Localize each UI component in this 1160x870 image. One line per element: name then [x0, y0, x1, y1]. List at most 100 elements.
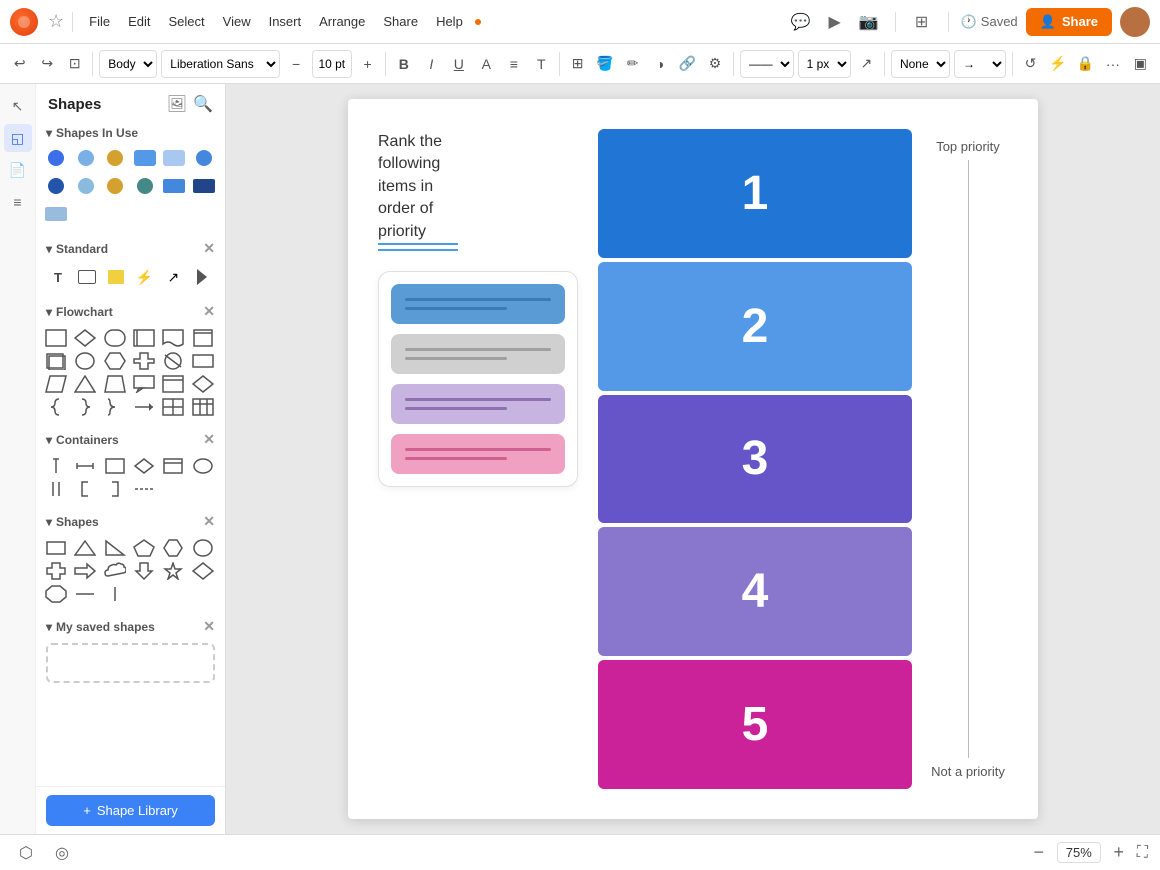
color-swatch-blue-pale[interactable]: [162, 146, 186, 170]
zoom-value-display[interactable]: 75%: [1057, 842, 1101, 863]
cont-rect-2[interactable]: [161, 456, 185, 476]
shape-lightning[interactable]: ⚡: [133, 265, 157, 289]
color-swatch-blue-3[interactable]: [44, 174, 68, 198]
cont-line-h[interactable]: [73, 456, 97, 476]
fc-callout[interactable]: [132, 374, 156, 394]
layers-panel-toggle[interactable]: ≡: [4, 188, 32, 216]
arrow-start-select[interactable]: None: [891, 50, 950, 78]
fc-rect-4[interactable]: [44, 351, 68, 371]
shape-library-button[interactable]: + Shape Library: [46, 795, 215, 826]
sh-circle[interactable]: [191, 538, 215, 558]
fc-table[interactable]: [161, 397, 185, 417]
font-size-decrease[interactable]: −: [284, 50, 307, 78]
cont-diamond[interactable]: [132, 456, 156, 476]
fc-triangle[interactable]: [73, 374, 97, 394]
section-close-standard[interactable]: ✕: [203, 240, 215, 257]
lock-button[interactable]: 🔒: [1074, 50, 1097, 78]
align-button[interactable]: ≡: [502, 50, 525, 78]
fc-table-2[interactable]: [191, 397, 215, 417]
rank-bar-3[interactable]: 3: [598, 395, 912, 524]
line-color-button[interactable]: ✏: [621, 50, 644, 78]
arrow-end-select[interactable]: →: [954, 50, 1006, 78]
font-color-button[interactable]: A: [475, 50, 498, 78]
section-close-my-saved[interactable]: ✕: [203, 618, 215, 635]
fc-arrow-right[interactable]: [132, 397, 156, 417]
section-flowchart[interactable]: ▾ Flowchart ✕: [36, 297, 225, 324]
sh-octagon[interactable]: [44, 584, 68, 604]
shapes-icon[interactable]: ◎: [48, 839, 76, 867]
sidebar-search-icon[interactable]: 🔍: [193, 94, 213, 114]
section-close-containers[interactable]: ✕: [203, 431, 215, 448]
rank-bar-1[interactable]: 1: [598, 129, 912, 258]
section-shapes-in-use[interactable]: ▾ Shapes In Use: [36, 120, 225, 144]
sh-hexagon[interactable]: [161, 538, 185, 558]
fc-cross[interactable]: [132, 351, 156, 371]
camera-icon[interactable]: 📷: [855, 8, 883, 36]
menu-help[interactable]: Help: [428, 10, 471, 33]
cont-line-v[interactable]: [44, 456, 68, 476]
rank-bar-5[interactable]: 5: [598, 660, 912, 789]
shape-arrow[interactable]: ↗: [161, 265, 185, 289]
color-swatch-orange-2[interactable]: [103, 174, 127, 198]
menu-share[interactable]: Share: [375, 10, 426, 33]
menu-insert[interactable]: Insert: [261, 10, 310, 33]
reset-button[interactable]: ↺: [1019, 50, 1042, 78]
sh-cloud[interactable]: [103, 561, 127, 581]
menu-select[interactable]: Select: [161, 10, 213, 33]
sh-line-v[interactable]: [103, 584, 127, 604]
color-swatch-blue-dark[interactable]: [44, 146, 68, 170]
rank-bar-2[interactable]: 2: [598, 262, 912, 391]
underline-button[interactable]: U: [447, 50, 470, 78]
fc-diamond-2[interactable]: [191, 374, 215, 394]
fc-doc[interactable]: [161, 328, 185, 348]
zoom-minus-button[interactable]: −: [1027, 841, 1051, 865]
card-4[interactable]: [391, 434, 565, 474]
fc-rect-3[interactable]: [191, 328, 215, 348]
table-insert-button[interactable]: ⊞: [566, 50, 589, 78]
sh-line[interactable]: [73, 584, 97, 604]
shape-rect-outline[interactable]: [75, 265, 99, 289]
sh-arrow-r[interactable]: [73, 561, 97, 581]
fc-rect-2[interactable]: [132, 328, 156, 348]
rank-bar-4[interactable]: 4: [598, 527, 912, 656]
color-swatch-orange[interactable]: [103, 146, 127, 170]
bold-button[interactable]: B: [392, 50, 415, 78]
font-size-input[interactable]: [312, 50, 352, 78]
sh-cross[interactable]: [44, 561, 68, 581]
section-standard[interactable]: ▾ Standard ✕: [36, 234, 225, 261]
line-width-select[interactable]: 1 px: [798, 50, 851, 78]
zoom-plus-button[interactable]: +: [1107, 841, 1131, 865]
card-2[interactable]: [391, 334, 565, 374]
text-format-button[interactable]: T: [530, 50, 553, 78]
lightning-button[interactable]: ⚡: [1046, 50, 1069, 78]
style-select[interactable]: Body: [99, 50, 157, 78]
line-style-select[interactable]: ——: [740, 50, 794, 78]
section-shapes[interactable]: ▾ Shapes ✕: [36, 507, 225, 534]
redo-button[interactable]: ↪: [35, 50, 58, 78]
sh-star[interactable]: [161, 561, 185, 581]
fc-circle[interactable]: [73, 351, 97, 371]
fc-trapezoid[interactable]: [103, 374, 127, 394]
more-button[interactable]: ···: [1101, 50, 1124, 78]
section-close-shapes[interactable]: ✕: [203, 513, 215, 530]
undo-button[interactable]: ↩: [8, 50, 31, 78]
shape-text[interactable]: T: [46, 265, 70, 289]
cont-bracket-l[interactable]: [73, 479, 97, 499]
shape-triangle-play[interactable]: [190, 265, 214, 289]
color-swatch-navy[interactable]: [192, 174, 216, 198]
fc-brace-right[interactable]: [73, 397, 97, 417]
color-swatch-blue-6[interactable]: [44, 202, 68, 226]
fc-rect-5[interactable]: [191, 351, 215, 371]
cont-bracket-r[interactable]: [103, 479, 127, 499]
sh-right-tri[interactable]: [103, 538, 127, 558]
comment-icon[interactable]: 💬: [787, 8, 815, 36]
fullscreen-icon[interactable]: ⛶: [1137, 844, 1148, 862]
color-swatch-teal[interactable]: [133, 174, 157, 198]
color-swatch-blue-4[interactable]: [74, 174, 98, 198]
cursor-tool[interactable]: ↖: [4, 92, 32, 120]
color-swatch-blue-med[interactable]: [133, 146, 157, 170]
cont-dash-line[interactable]: [132, 479, 156, 499]
play-icon[interactable]: ▶: [821, 8, 849, 36]
cont-ellipse[interactable]: [191, 456, 215, 476]
card-3[interactable]: [391, 384, 565, 424]
